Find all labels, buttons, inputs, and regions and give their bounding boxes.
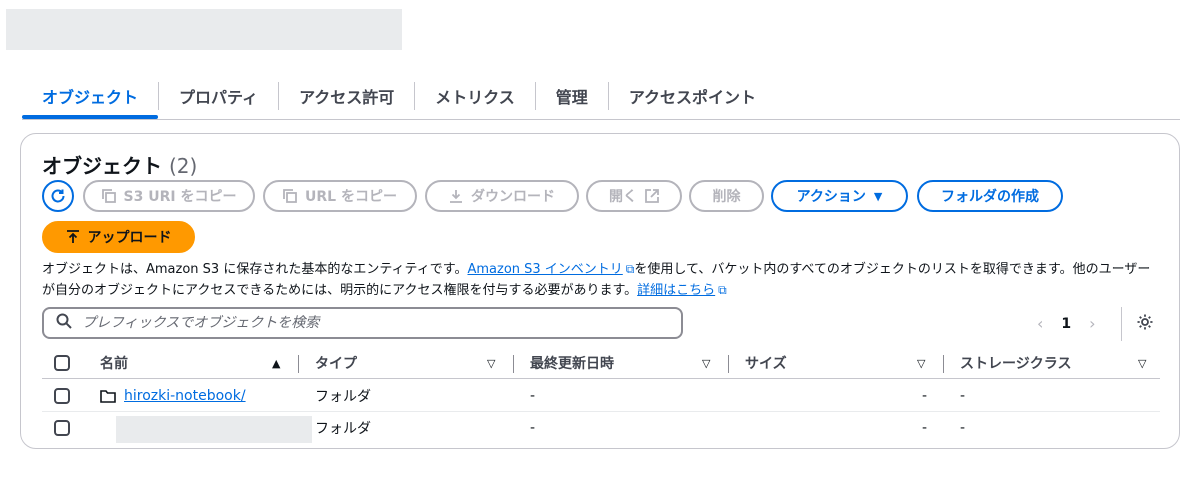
inventory-link[interactable]: Amazon S3 インベントリ xyxy=(467,262,622,277)
tab-access-points[interactable]: アクセスポイント xyxy=(609,76,776,116)
panel-title-text: オブジェクト xyxy=(42,154,162,178)
create-folder-button[interactable]: フォルダの作成 xyxy=(917,180,1063,212)
storage-class-cell: - xyxy=(960,388,966,404)
chevron-left-icon[interactable]: ‹ xyxy=(1037,314,1043,333)
sort-caret-icon: ▽ xyxy=(487,356,496,370)
last-modified-cell: - xyxy=(530,420,536,436)
copy-url-button[interactable]: URL をコピー xyxy=(263,180,417,212)
column-size-label: サイズ xyxy=(745,356,787,372)
search-icon xyxy=(56,313,72,333)
delete-label: 削除 xyxy=(712,189,741,205)
copy-s3-uri-label: S3 URI をコピー xyxy=(123,189,237,205)
column-last-modified-label: 最終更新日時 xyxy=(530,356,614,372)
delete-button[interactable]: 削除 xyxy=(689,180,764,212)
column-name-label: 名前 xyxy=(100,356,128,372)
search-box xyxy=(42,307,683,339)
objects-description: オブジェクトは、Amazon S3 に保存された基本的なエンティティです。Ama… xyxy=(42,259,1162,301)
panel-title: オブジェクト (2) xyxy=(42,150,197,179)
upload-icon xyxy=(66,230,80,244)
object-type-cell: フォルダ xyxy=(315,389,371,405)
page-title-redacted xyxy=(6,9,402,50)
external-link-icon xyxy=(645,189,659,203)
copy-icon xyxy=(283,189,297,203)
actions-label: アクション xyxy=(796,189,866,205)
download-label: ダウンロード xyxy=(471,189,555,205)
actions-dropdown[interactable]: アクション ▼ xyxy=(771,180,908,212)
folder-icon xyxy=(100,389,116,403)
object-count: (2) xyxy=(168,154,198,178)
object-name-cell: hirozki-notebook/ xyxy=(100,380,246,412)
learn-more-link[interactable]: 詳細はこちら xyxy=(637,283,715,298)
sort-ascending-icon: ▲ xyxy=(272,356,281,370)
tab-management[interactable]: 管理 xyxy=(536,76,608,116)
object-name-link[interactable]: hirozki-notebook/ xyxy=(124,388,246,404)
column-divider[interactable] xyxy=(943,355,944,373)
current-page[interactable]: 1 xyxy=(1061,316,1071,332)
row-checkbox[interactable] xyxy=(54,388,70,404)
download-button[interactable]: ダウンロード xyxy=(425,180,579,212)
copy-url-label: URL をコピー xyxy=(305,189,397,205)
gear-icon[interactable] xyxy=(1136,313,1154,336)
sort-caret-icon: ▽ xyxy=(702,356,711,370)
column-type-label: タイプ xyxy=(315,356,357,372)
description-text-1: オブジェクトは、Amazon S3 に保存された基本的なエンティティです。 xyxy=(42,262,468,277)
upload-label: アップロード xyxy=(87,230,172,246)
search-input[interactable] xyxy=(82,315,642,331)
open-label: 開く xyxy=(609,189,637,205)
tabs-divider xyxy=(22,119,1180,120)
last-modified-cell: - xyxy=(530,388,536,404)
refresh-icon xyxy=(51,189,65,203)
download-icon xyxy=(449,189,463,203)
object-name-redacted[interactable] xyxy=(116,416,312,443)
column-header-storage-class[interactable]: ストレージクラス ▽ xyxy=(960,347,1160,379)
size-cell: - xyxy=(922,420,928,436)
refresh-button[interactable] xyxy=(42,180,74,212)
copy-s3-uri-button[interactable]: S3 URI をコピー xyxy=(83,180,255,212)
column-header-size[interactable]: サイズ ▽ xyxy=(745,347,945,379)
objects-panel: オブジェクト (2) S3 URI をコピー URL をコピー ダウンロード 開… xyxy=(20,133,1180,449)
table-header: 名前 ▲ タイプ ▽ 最終更新日時 ▽ サイズ ▽ ストレージクラス ▽ xyxy=(42,347,1160,379)
external-link-icon: ⧉ xyxy=(718,283,727,297)
column-divider[interactable] xyxy=(513,355,514,373)
copy-icon xyxy=(101,189,116,203)
upload-button[interactable]: アップロード xyxy=(42,221,195,253)
column-divider[interactable] xyxy=(728,355,729,373)
create-folder-label: フォルダの作成 xyxy=(941,189,1039,205)
size-cell: - xyxy=(922,388,928,404)
object-type-cell: フォルダ xyxy=(315,421,371,437)
tab-metrics[interactable]: メトリクス xyxy=(415,76,535,116)
tab-properties[interactable]: プロパティ xyxy=(159,76,278,116)
column-header-name[interactable]: 名前 ▲ xyxy=(100,347,300,379)
caret-down-icon: ▼ xyxy=(873,189,883,203)
column-header-type[interactable]: タイプ ▽ xyxy=(315,347,515,379)
table-row: フォルダ - - - xyxy=(42,412,1160,444)
tab-permissions[interactable]: アクセス許可 xyxy=(279,76,414,116)
chevron-right-icon[interactable]: › xyxy=(1089,314,1095,333)
sort-caret-icon: ▽ xyxy=(1138,356,1147,370)
sort-caret-icon: ▽ xyxy=(917,356,926,370)
open-button[interactable]: 開く xyxy=(586,180,682,212)
select-all-checkbox[interactable] xyxy=(54,355,70,371)
row-checkbox[interactable] xyxy=(54,420,70,436)
table-row: hirozki-notebook/ フォルダ - - - xyxy=(42,380,1160,412)
column-divider[interactable] xyxy=(298,355,299,373)
tab-objects[interactable]: オブジェクト xyxy=(22,76,159,119)
tab-list: オブジェクト プロパティ アクセス許可 メトリクス 管理 アクセスポイント xyxy=(22,76,776,119)
pagination-divider xyxy=(1121,307,1122,341)
column-header-last-modified[interactable]: 最終更新日時 ▽ xyxy=(530,347,730,379)
column-storage-class-label: ストレージクラス xyxy=(960,356,1072,372)
pagination: ‹ 1 › xyxy=(1037,314,1096,333)
storage-class-cell: - xyxy=(960,420,966,436)
